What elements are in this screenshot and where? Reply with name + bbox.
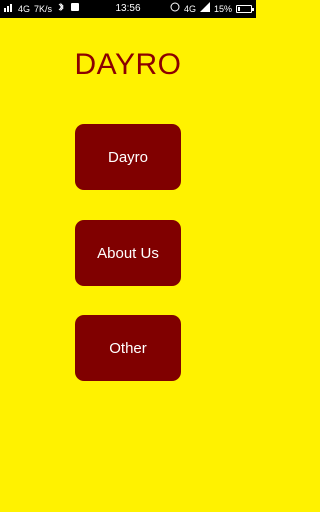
about-us-button[interactable]: About Us [75, 220, 181, 286]
signal-bars-icon [199, 0, 210, 18]
battery-icon [236, 5, 254, 13]
other-button[interactable]: Other [75, 315, 181, 381]
dayro-button-label: Dayro [107, 148, 148, 166]
network-type-right: 4G [183, 4, 196, 14]
dayro-button[interactable]: Dayro [75, 124, 181, 190]
battery-percent: 15% [213, 4, 232, 14]
alarm-icon [170, 0, 180, 18]
status-right: 4G 15% [170, 0, 254, 18]
status-bar: 4G 7K/s 13:56 4G 15% [0, 0, 256, 18]
app-title: DAYRO [74, 48, 182, 81]
other-button-label: Other [109, 339, 147, 357]
about-us-button-label: About Us [97, 244, 159, 262]
